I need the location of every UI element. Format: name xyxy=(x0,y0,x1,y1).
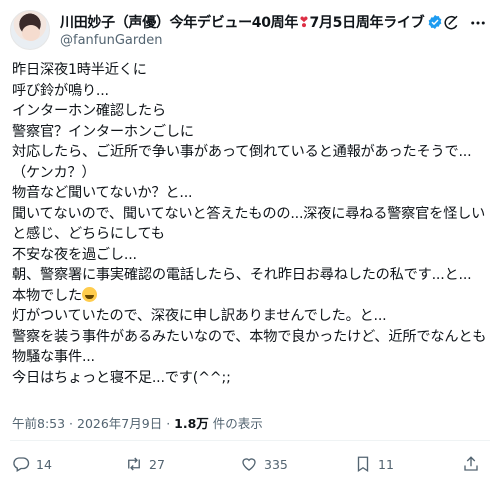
tweet-line: 対応したら、ご近所で争い事があって倒れていると通報があったそうで... xyxy=(12,144,472,160)
views-label: 件の表示 xyxy=(212,416,263,431)
tweet-line: 今日はちょっと寝不足...です(^^;; xyxy=(12,369,231,386)
timestamp-time[interactable]: 午前8:53 xyxy=(12,416,65,431)
grok-icon[interactable] xyxy=(442,14,460,32)
tweet-line: 昨日深夜1時半近くに xyxy=(12,62,147,78)
divider xyxy=(10,440,490,441)
repost-count: 27 xyxy=(149,456,165,472)
bookmark-count: 11 xyxy=(378,456,394,472)
name-row[interactable]: 川田妙子（声優）今年デビュー40周年❣7月5日周年ライブ xyxy=(60,12,443,32)
tweet-line: 警察を装う事件があるみたいなので、本物で良かったけど、近所でなんとも物騒な事件.… xyxy=(12,328,487,366)
reply-icon xyxy=(13,457,30,472)
tweet-text: 昨日深夜1時半近くに 呼び鈴が鳴り... インターホン確認したら 警察官？インタ… xyxy=(12,60,488,388)
reply-count: 14 xyxy=(36,456,52,472)
tweet-line: インターホン確認したら xyxy=(12,103,166,119)
tweet-meta: 午前8:53 · 2026年7月9日 · 1.8万 件の表示 xyxy=(12,416,263,431)
view-count: 1.8万 xyxy=(174,416,209,431)
tweet-line: 聞いてないので、聞いてないと答えたものの...深夜に尋ねる警察官を怪しいと感じ、… xyxy=(12,205,486,243)
display-name[interactable]: 川田妙子（声優）今年デビュー40周年❣7月5日周年ライブ xyxy=(60,12,425,32)
heart-emoji: ❣ xyxy=(298,15,310,31)
grin-emoji xyxy=(81,286,97,302)
repost-button[interactable]: 27 xyxy=(125,452,165,476)
handle[interactable]: @fanfunGarden xyxy=(60,33,162,48)
avatar[interactable] xyxy=(10,10,50,50)
share-icon xyxy=(464,456,478,471)
timestamp-date[interactable]: 2026年7月9日 xyxy=(77,416,162,431)
share-button[interactable] xyxy=(462,452,486,476)
tweet-line: 物音など聞いてないか？と... xyxy=(12,185,193,201)
like-button[interactable]: 335 xyxy=(240,452,288,476)
verified-badge-icon xyxy=(428,15,442,29)
tweet-line: 本物でした xyxy=(12,287,82,304)
tweet-line: 警察官？インターホンごしに xyxy=(12,123,194,140)
tweet-line: （ケンカ？） xyxy=(12,164,96,181)
bookmark-icon xyxy=(357,456,369,473)
tweet-line: 灯がついていたので、深夜に申し訳ありませんでした。と... xyxy=(12,308,387,324)
tweet-line: 呼び鈴が鳴り... xyxy=(12,82,109,99)
tweet-line: 不安な夜を過ごし... xyxy=(12,246,137,263)
reply-button[interactable]: 14 xyxy=(12,452,52,476)
like-count: 335 xyxy=(264,456,288,472)
action-bar: 14 27 335 11 xyxy=(12,452,488,476)
repost-icon xyxy=(128,457,140,471)
like-icon xyxy=(242,458,256,471)
tweet-header: 川田妙子（声優）今年デビュー40周年❣7月5日周年ライブ @fanfunGard… xyxy=(10,10,490,52)
more-icon[interactable] xyxy=(468,14,488,32)
bookmark-button[interactable]: 11 xyxy=(354,452,394,476)
tweet-line: 朝、警察署に事実確認の電話したら、それ昨日お尋ねしたの私です...と... xyxy=(12,267,472,283)
